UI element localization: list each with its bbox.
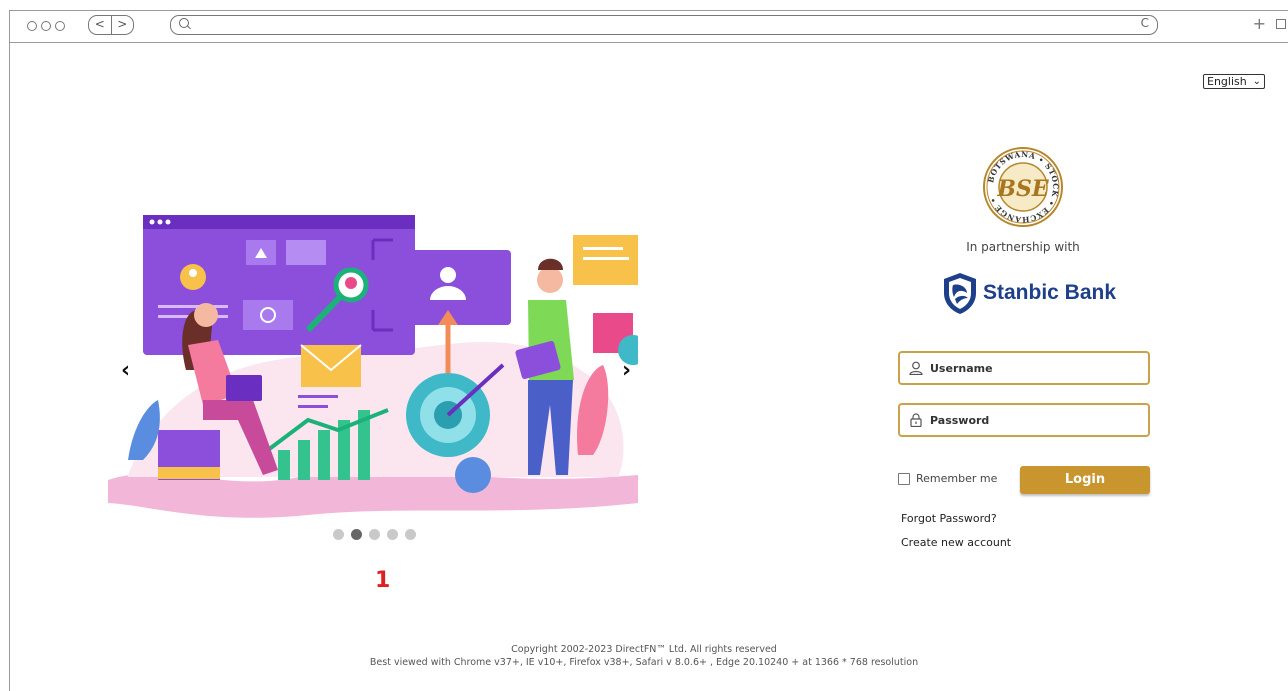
create-account-link[interactable]: Create new account xyxy=(901,536,1011,549)
password-field[interactable]: Password xyxy=(898,403,1150,437)
carousel-dot-3[interactable] xyxy=(369,529,380,540)
carousel-dot-1[interactable] xyxy=(333,529,344,540)
password-placeholder: Password xyxy=(930,413,990,427)
close-window-icon[interactable] xyxy=(27,21,37,31)
forward-button[interactable]: > xyxy=(112,16,134,34)
stanbic-bank-logo: Stanbic Bank xyxy=(941,270,1116,316)
shield-icon xyxy=(944,273,976,314)
back-button[interactable]: < xyxy=(89,16,112,34)
carousel-illustration xyxy=(108,215,638,518)
lock-icon xyxy=(910,413,922,427)
carousel-prev-button[interactable]: ‹ xyxy=(121,358,130,383)
tabs-overview-icon[interactable] xyxy=(1276,19,1286,29)
address-bar[interactable]: C xyxy=(170,15,1158,35)
nav-buttons: < > xyxy=(88,15,134,35)
partnership-text: In partnership with xyxy=(966,240,1080,254)
maximize-window-icon[interactable] xyxy=(55,21,65,31)
window-controls xyxy=(27,21,65,31)
carousel-pagination xyxy=(333,529,416,540)
remember-me: Remember me xyxy=(898,472,997,485)
carousel-next-button[interactable]: › xyxy=(622,358,631,383)
forgot-password-link[interactable]: Forgot Password? xyxy=(901,512,997,525)
username-field[interactable]: Username xyxy=(898,351,1150,385)
browser-compat-text: Best viewed with Chrome v37+, IE v10+, F… xyxy=(369,657,919,668)
bank-name: Stanbic Bank xyxy=(983,281,1117,304)
reload-icon[interactable]: C xyxy=(1141,16,1149,30)
carousel-dot-4[interactable] xyxy=(387,529,398,540)
login-button[interactable]: Login xyxy=(1020,466,1150,494)
remember-me-label: Remember me xyxy=(916,472,998,485)
language-select[interactable]: English ⌄ xyxy=(1203,74,1265,89)
browser-toolbar: < > C + xyxy=(10,11,1288,43)
new-tab-button[interactable]: + xyxy=(1253,16,1266,32)
remember-me-checkbox[interactable] xyxy=(898,472,910,485)
svg-text:BSE: BSE xyxy=(996,176,1049,202)
minimize-window-icon[interactable] xyxy=(41,21,51,31)
user-icon xyxy=(909,361,923,375)
bse-logo: BOTSWANA • STOCK • EXCHANGE • BSE xyxy=(983,147,1063,227)
chevron-down-icon: ⌄ xyxy=(1252,76,1261,87)
username-placeholder: Username xyxy=(930,361,993,375)
slide-number: 1 xyxy=(375,568,391,593)
language-selected: English xyxy=(1207,75,1247,88)
search-icon xyxy=(179,18,189,28)
carousel-dot-5[interactable] xyxy=(405,529,416,540)
copyright-text: Copyright 2002-2023 DirectFN™ Ltd. All r… xyxy=(511,644,777,655)
carousel-dot-2[interactable] xyxy=(351,529,362,540)
